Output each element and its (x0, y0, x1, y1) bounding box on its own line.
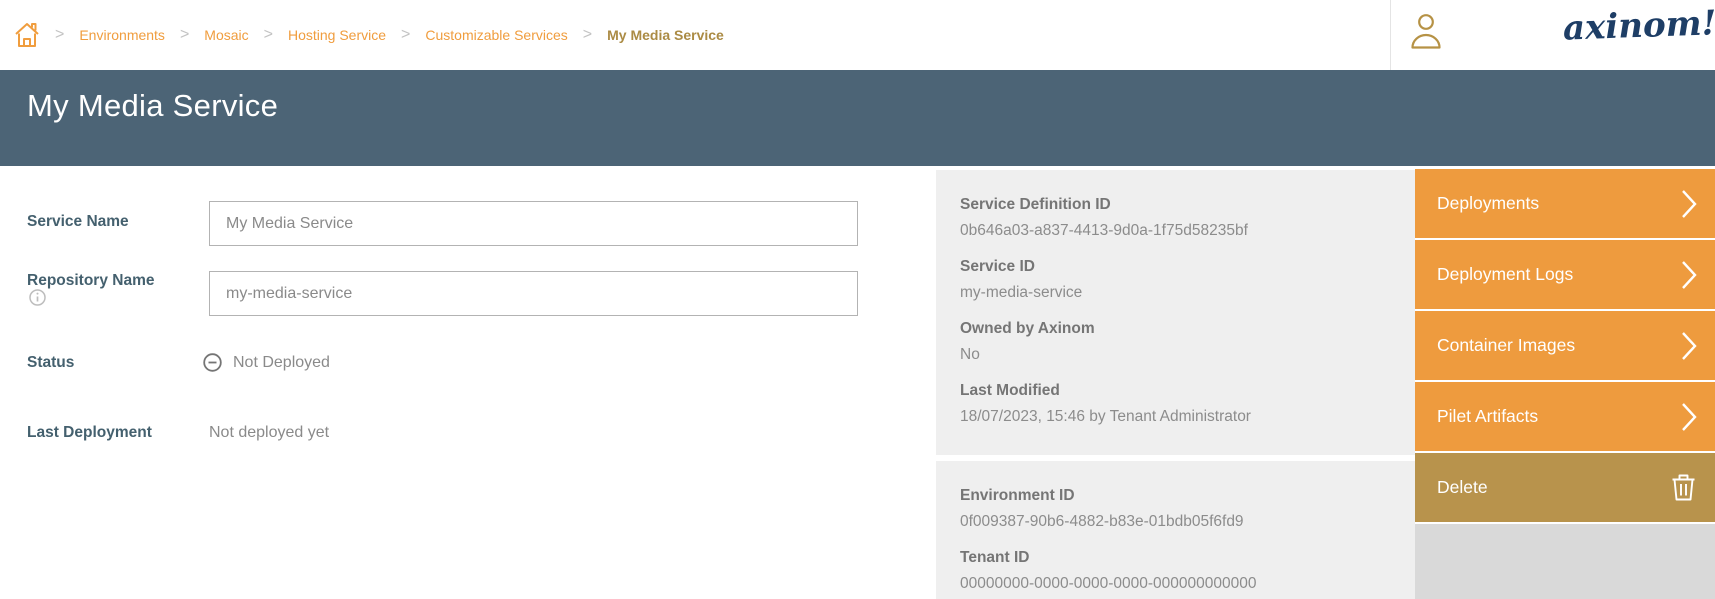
breadcrumb-separator: > (55, 26, 64, 44)
detail-field: Service ID my-media-service (960, 257, 1391, 303)
breadcrumb-item-customizable-services[interactable]: Customizable Services (425, 27, 567, 43)
owned-by-axinom-label: Owned by Axinom (960, 319, 1391, 339)
actions-sidebar: Deployments Deployment Logs Container Im… (1415, 169, 1715, 599)
breadcrumb-item-hosting-service[interactable]: Hosting Service (288, 27, 386, 43)
service-details-panel: Service Definition ID 0b646a03-a837-4413… (936, 170, 1415, 455)
last-deployment-label: Last Deployment (27, 423, 152, 443)
user-icon (1419, 15, 1433, 29)
delete-button[interactable]: Delete (1415, 453, 1715, 522)
page-header: My Media Service (0, 70, 1715, 166)
breadcrumb-separator: > (180, 26, 189, 44)
detail-field: Environment ID 0f009387-90b6-4882-b83e-0… (960, 486, 1391, 532)
service-name-input[interactable] (209, 201, 858, 246)
chevron-right-icon (1681, 331, 1697, 361)
last-modified-label: Last Modified (960, 381, 1391, 401)
pilet-artifacts-button-label: Pilet Artifacts (1437, 406, 1538, 427)
axinom-logo[interactable]: axinom! (1562, 3, 1713, 48)
environment-id-value: 0f009387-90b6-4882-b83e-01bdb05f6fd9 (960, 512, 1391, 532)
deployment-logs-button-label: Deployment Logs (1437, 264, 1573, 285)
page-title: My Media Service (0, 70, 1715, 124)
repository-name-label: Repository Name (27, 271, 154, 291)
info-icon[interactable] (29, 289, 46, 306)
service-definition-id-label: Service Definition ID (960, 195, 1391, 215)
deployment-logs-button[interactable]: Deployment Logs (1415, 240, 1715, 309)
chevron-right-icon (1681, 260, 1697, 290)
pilet-artifacts-button[interactable]: Pilet Artifacts (1415, 382, 1715, 451)
chevron-right-icon (1681, 189, 1697, 219)
breadcrumb-item-environments[interactable]: Environments (79, 27, 165, 43)
topbar-divider (1390, 0, 1391, 70)
status-value: Not Deployed (233, 353, 330, 373)
environment-id-label: Environment ID (960, 486, 1391, 506)
detail-field: Service Definition ID 0b646a03-a837-4413… (960, 195, 1391, 241)
breadcrumb-separator: > (401, 26, 410, 44)
breadcrumb-separator: > (583, 26, 592, 44)
service-name-label: Service Name (27, 212, 129, 232)
user-profile-button[interactable] (1409, 12, 1443, 52)
deployments-button-label: Deployments (1437, 193, 1539, 214)
service-id-value: my-media-service (960, 283, 1391, 303)
breadcrumb-separator: > (264, 26, 273, 44)
last-deployment-value: Not deployed yet (209, 423, 329, 443)
owned-by-axinom-value: No (960, 345, 1391, 365)
container-images-button-label: Container Images (1437, 335, 1575, 356)
breadcrumb: > Environments > Mosaic > Hosting Servic… (14, 0, 724, 70)
detail-field: Last Modified 18/07/2023, 15:46 by Tenan… (960, 381, 1391, 427)
repository-name-input[interactable] (209, 271, 858, 316)
tenant-id-label: Tenant ID (960, 548, 1391, 568)
tenant-id-value: 00000000-0000-0000-0000-000000000000 (960, 574, 1391, 594)
breadcrumb-item-current: My Media Service (607, 27, 724, 43)
detail-field: Owned by Axinom No (960, 319, 1391, 365)
top-bar: > Environments > Mosaic > Hosting Servic… (0, 0, 1715, 70)
service-definition-id-value: 0b646a03-a837-4413-9d0a-1f75d58235bf (960, 221, 1391, 241)
deployments-button[interactable]: Deployments (1415, 169, 1715, 238)
sidebar-filler (1415, 524, 1715, 599)
content-area: Service Name Repository Name Status Not … (0, 166, 1715, 599)
not-deployed-icon (203, 353, 222, 372)
trash-icon (1670, 473, 1697, 502)
chevron-right-icon (1681, 402, 1697, 432)
delete-button-label: Delete (1437, 477, 1488, 498)
service-id-label: Service ID (960, 257, 1391, 277)
detail-field: Tenant ID 00000000-0000-0000-0000-000000… (960, 548, 1391, 594)
home-icon[interactable] (14, 21, 40, 49)
container-images-button[interactable]: Container Images (1415, 311, 1715, 380)
breadcrumb-item-mosaic[interactable]: Mosaic (204, 27, 248, 43)
status-label: Status (27, 353, 74, 373)
last-modified-value: 18/07/2023, 15:46 by Tenant Administrato… (960, 407, 1391, 427)
environment-details-panel: Environment ID 0f009387-90b6-4882-b83e-0… (936, 461, 1415, 599)
